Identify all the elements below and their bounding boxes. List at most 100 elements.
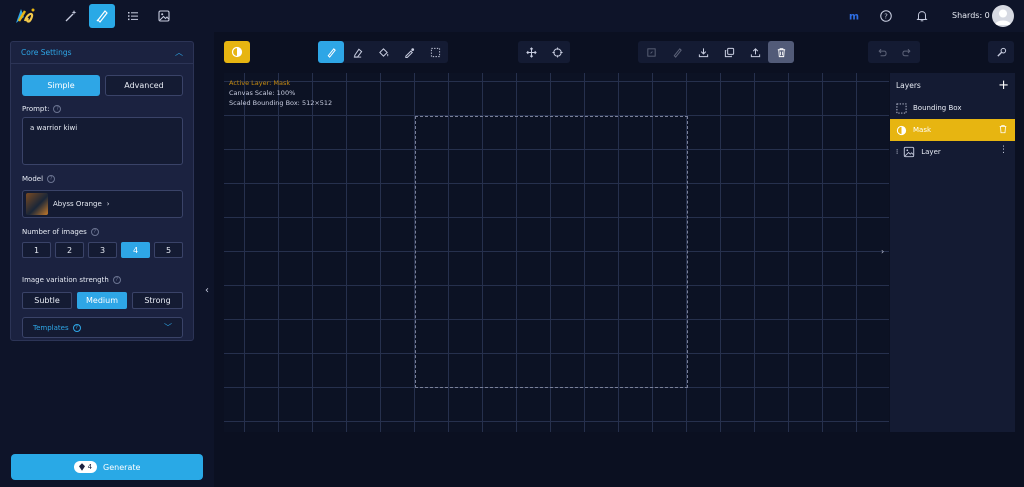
core-settings-header[interactable]: Core Settings ︿ [11,42,193,64]
svg-text:?: ? [884,13,888,21]
shards-balance: Shards: 0 [952,11,990,20]
tool-group-history [868,41,920,63]
num-images-label: Number of images ? [22,228,99,236]
brush-icon [673,47,682,58]
canvas-area[interactable]: Active Layer: Mask Canvas Scale: 100% Sc… [224,73,889,432]
notification-bell-icon[interactable] [914,8,930,24]
brush-icon [327,47,336,58]
canvas-toolbar [224,40,1024,66]
trash-icon [777,47,785,57]
model-name: Abyss Orange [53,200,102,208]
grid-line [754,73,755,432]
nav-gallery[interactable] [151,4,177,28]
templates-dropdown[interactable]: Templates ? ﹀ [22,317,183,338]
model-label: Model ? [22,175,56,183]
top-bar: m ? Shards: 0 [0,0,1024,32]
num-images-option-2[interactable]: 2 [55,242,84,258]
collapse-right-panel-icon[interactable]: › [881,247,884,256]
stamp-button[interactable] [664,41,690,63]
mode-advanced-button[interactable]: Advanced [105,75,183,96]
nav-magic-wand[interactable] [58,4,84,28]
more-options-icon[interactable]: ⋮ [999,145,1008,155]
layer-item-bounding-box[interactable]: Bounding Box [890,97,1015,119]
brand-m-icon[interactable]: m [846,8,862,24]
mask-icon [896,125,907,135]
left-panel: Core Settings ︿ Simple Advanced Prompt: … [0,32,214,487]
grid-line [224,421,889,422]
upload-button[interactable] [742,41,768,63]
eraser-tool-button[interactable] [344,41,370,63]
list-icon [128,12,138,21]
app-logo-icon[interactable] [13,5,37,27]
collapse-left-panel-icon[interactable]: ‹ [205,285,209,296]
image-icon [158,10,170,22]
nav-list[interactable] [120,4,146,28]
num-images-option-4[interactable]: 4 [121,242,150,258]
help-icon[interactable]: ? [112,276,121,284]
grid-line [346,73,347,432]
color-picker-tool-button[interactable] [396,41,422,63]
rectangle-select-tool-button[interactable] [422,41,448,63]
grid-line [856,73,857,432]
redo-icon [901,48,911,56]
generate-button[interactable]: 4 Generate [11,454,203,480]
num-images-option-3[interactable]: 3 [88,242,117,258]
layers-panel: Layers + Bounding Box Mask ⁞ Layer ⋮ [890,73,1015,432]
layer-name: Mask [913,126,932,134]
layer-item-layer[interactable]: ⁞ Layer ⋮ [890,141,1015,163]
reset-view-button[interactable] [544,41,570,63]
grid-line [720,73,721,432]
brush-tool-button[interactable] [318,41,344,63]
prompt-textarea[interactable]: a warrior kiwi [22,117,183,165]
copy-icon [724,47,734,57]
num-images-option-5[interactable]: 5 [154,242,183,258]
canvas-settings-button[interactable] [988,41,1014,63]
bounding-box-icon [896,102,907,114]
chevron-down-icon: ﹀ [164,323,172,332]
add-layer-icon[interactable]: + [998,78,1009,93]
help-icon[interactable]: ? [878,8,894,24]
variation-strong-button[interactable]: Strong [132,292,183,309]
help-icon[interactable]: ? [53,105,62,113]
image-icon [904,146,915,158]
variation-label: Image variation strength ? [22,276,121,284]
trash-icon[interactable] [998,124,1008,134]
copy-button[interactable] [716,41,742,63]
avatar[interactable] [992,5,1014,27]
help-icon[interactable]: ? [90,228,99,236]
model-selector[interactable]: Abyss Orange › [22,190,183,218]
chevron-right-icon: › [106,200,110,208]
variation-medium-button[interactable]: Medium [77,292,127,309]
marquee-select-icon [430,47,440,57]
svg-text:m: m [849,12,859,23]
grid-line [788,73,789,432]
drag-handle-icon[interactable]: ⁞ [896,148,898,156]
brush-icon [96,10,108,23]
tool-group-settings [988,41,1014,63]
core-settings-panel: Core Settings ︿ Simple Advanced Prompt: … [10,41,194,341]
layer-item-mask[interactable]: Mask [890,119,1015,141]
prompt-label: Prompt: ? [22,105,62,113]
nav-canvas-editor[interactable] [89,4,115,28]
help-icon[interactable]: ? [47,175,56,183]
move-tool-button[interactable] [518,41,544,63]
download-button[interactable] [690,41,716,63]
variation-subtle-button[interactable]: Subtle [22,292,72,309]
num-images-option-1[interactable]: 1 [22,242,51,258]
generate-cost-pill: 4 [73,461,98,473]
tool-group-draw [318,41,448,63]
tool-group-transform [518,41,570,63]
chevron-up-icon[interactable]: ︿ [175,47,183,58]
eyedropper-icon [404,47,414,58]
merge-visible-button[interactable] [638,41,664,63]
delete-button[interactable] [768,41,794,63]
mask-mode-button[interactable] [224,41,250,63]
eraser-icon [353,48,362,58]
canvas-scale-text: Canvas Scale: 100% [229,89,296,97]
undo-button[interactable] [868,41,894,63]
redo-button[interactable] [894,41,920,63]
help-icon[interactable]: ? [72,323,81,332]
bounding-box-outline[interactable] [415,116,688,388]
fill-tool-button[interactable] [370,41,396,63]
mode-simple-button[interactable]: Simple [22,75,100,96]
